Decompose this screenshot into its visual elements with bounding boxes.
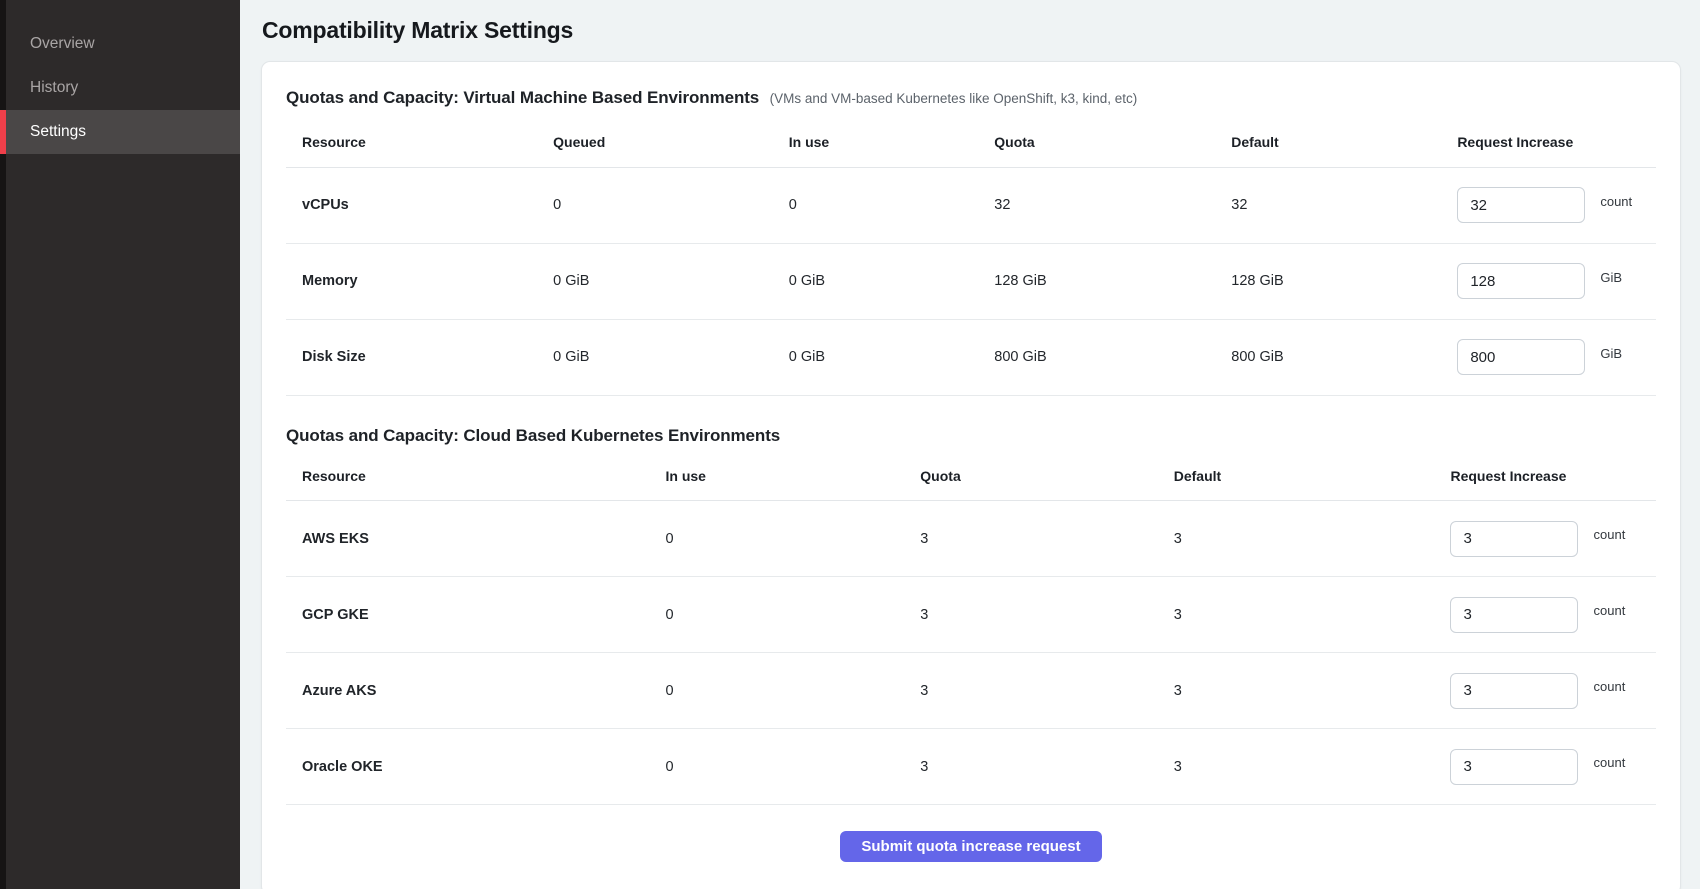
vm-section-heading: Quotas and Capacity: Virtual Machine Bas…: [286, 88, 1656, 108]
oracle-oke-request-input[interactable]: [1450, 749, 1578, 785]
in-use-cell: 0 GiB: [789, 243, 995, 319]
request-cell: count: [1450, 653, 1656, 729]
resource-cell: Oracle OKE: [286, 729, 665, 805]
col-header-request-increase: Request Increase: [1450, 452, 1656, 501]
unit-label: count: [1600, 194, 1632, 209]
default-cell: 3: [1174, 501, 1451, 577]
quota-cell: 3: [920, 653, 1173, 729]
sidebar-nav: Overview History Settings: [0, 22, 240, 154]
table-row: Disk Size 0 GiB 0 GiB 800 GiB 800 GiB Gi…: [286, 319, 1656, 395]
col-header-in-use: In use: [665, 452, 920, 501]
default-cell: 128 GiB: [1231, 243, 1457, 319]
request-cell: count: [1450, 729, 1656, 805]
default-cell: 3: [1174, 577, 1451, 653]
unit-label: count: [1594, 527, 1626, 542]
quota-cell: 3: [920, 577, 1173, 653]
gcp-gke-request-input[interactable]: [1450, 597, 1578, 633]
col-header-request-increase: Request Increase: [1457, 118, 1656, 167]
quota-cell: 32: [994, 167, 1231, 243]
in-use-cell: 0: [665, 729, 920, 805]
table-row: AWS EKS 0 3 3 count: [286, 501, 1656, 577]
quota-cell: 3: [920, 501, 1173, 577]
main-content: Compatibility Matrix Settings Quotas and…: [240, 0, 1700, 889]
queued-cell: 0 GiB: [553, 319, 789, 395]
unit-label: count: [1594, 755, 1626, 770]
table-row: Oracle OKE 0 3 3 count: [286, 729, 1656, 805]
queued-cell: 0 GiB: [553, 243, 789, 319]
table-row: Memory 0 GiB 0 GiB 128 GiB 128 GiB GiB: [286, 243, 1656, 319]
resource-cell: GCP GKE: [286, 577, 665, 653]
default-cell: 3: [1174, 653, 1451, 729]
request-cell: count: [1457, 167, 1656, 243]
sidebar-item-history[interactable]: History: [0, 66, 240, 110]
col-header-quota: Quota: [994, 118, 1231, 167]
in-use-cell: 0: [665, 501, 920, 577]
col-header-default: Default: [1231, 118, 1457, 167]
default-cell: 800 GiB: [1231, 319, 1457, 395]
card-footer: Submit quota increase request: [286, 805, 1656, 870]
table-row: GCP GKE 0 3 3 count: [286, 577, 1656, 653]
azure-aks-request-input[interactable]: [1450, 673, 1578, 709]
aws-eks-request-input[interactable]: [1450, 521, 1578, 557]
resource-cell: Azure AKS: [286, 653, 665, 729]
queued-cell: 0: [553, 167, 789, 243]
vm-section-subtitle: (VMs and VM-based Kubernetes like OpenSh…: [770, 91, 1138, 106]
col-header-default: Default: [1174, 452, 1451, 501]
cloud-section-heading: Quotas and Capacity: Cloud Based Kuberne…: [286, 426, 1656, 446]
vm-quota-table: Resource Queued In use Quota Default Req…: [286, 118, 1656, 396]
table-row: Azure AKS 0 3 3 count: [286, 653, 1656, 729]
sidebar-item-overview[interactable]: Overview: [0, 22, 240, 66]
col-header-in-use: In use: [789, 118, 995, 167]
sidebar: Overview History Settings: [0, 0, 240, 889]
vcpus-request-input[interactable]: [1457, 187, 1585, 223]
col-header-resource: Resource: [286, 118, 553, 167]
quota-settings-card: Quotas and Capacity: Virtual Machine Bas…: [261, 61, 1681, 889]
default-cell: 3: [1174, 729, 1451, 805]
disk-size-request-input[interactable]: [1457, 339, 1585, 375]
cloud-section-title: Quotas and Capacity: Cloud Based Kuberne…: [286, 426, 780, 445]
resource-cell: Memory: [286, 243, 553, 319]
in-use-cell: 0 GiB: [789, 319, 995, 395]
unit-label: count: [1594, 603, 1626, 618]
in-use-cell: 0: [665, 653, 920, 729]
table-header-row: Resource In use Quota Default Request In…: [286, 452, 1656, 501]
col-header-queued: Queued: [553, 118, 789, 167]
request-cell: count: [1450, 577, 1656, 653]
in-use-cell: 0: [665, 577, 920, 653]
default-cell: 32: [1231, 167, 1457, 243]
memory-request-input[interactable]: [1457, 263, 1585, 299]
in-use-cell: 0: [789, 167, 995, 243]
request-cell: GiB: [1457, 243, 1656, 319]
col-header-quota: Quota: [920, 452, 1173, 501]
unit-label: GiB: [1600, 346, 1622, 361]
quota-cell: 800 GiB: [994, 319, 1231, 395]
request-cell: count: [1450, 501, 1656, 577]
submit-quota-button[interactable]: Submit quota increase request: [840, 831, 1101, 862]
resource-cell: Disk Size: [286, 319, 553, 395]
unit-label: GiB: [1600, 270, 1622, 285]
sidebar-item-settings[interactable]: Settings: [0, 110, 240, 154]
resource-cell: AWS EKS: [286, 501, 665, 577]
col-header-resource: Resource: [286, 452, 665, 501]
vm-section-title: Quotas and Capacity: Virtual Machine Bas…: [286, 88, 759, 107]
quota-cell: 3: [920, 729, 1173, 805]
table-row: vCPUs 0 0 32 32 count: [286, 167, 1656, 243]
page-title: Compatibility Matrix Settings: [262, 17, 1681, 44]
cloud-quota-table: Resource In use Quota Default Request In…: [286, 452, 1656, 806]
request-cell: GiB: [1457, 319, 1656, 395]
resource-cell: vCPUs: [286, 167, 553, 243]
quota-cell: 128 GiB: [994, 243, 1231, 319]
unit-label: count: [1594, 679, 1626, 694]
table-header-row: Resource Queued In use Quota Default Req…: [286, 118, 1656, 167]
